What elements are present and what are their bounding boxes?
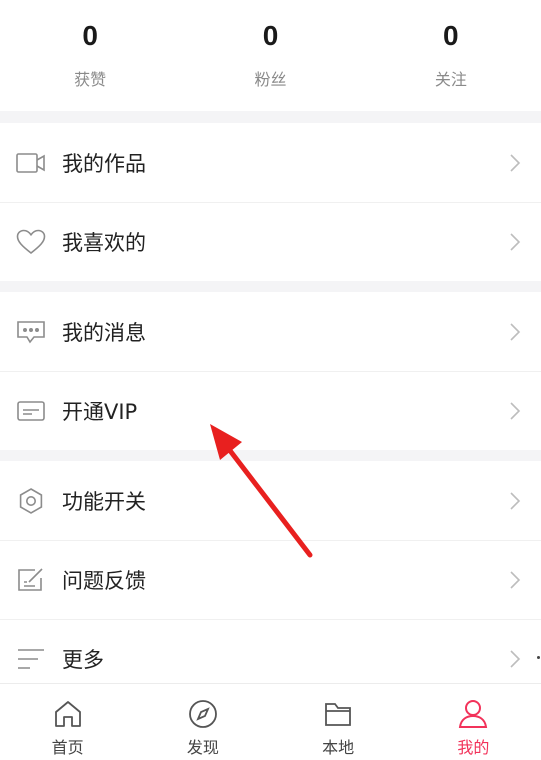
stat-value: 0 xyxy=(443,20,459,51)
tab-label: 发现 xyxy=(186,738,219,757)
menu-group-content: 我的作品 我喜欢的 xyxy=(0,123,541,281)
chevron-right-icon xyxy=(510,153,521,172)
menu-group-settings: 功能开关 问题反馈 更多 xyxy=(0,461,541,698)
menu-item-label: 问题反馈 xyxy=(62,568,146,593)
gear-icon xyxy=(15,487,47,515)
stat-likes-received[interactable]: 0 获赞 xyxy=(0,0,180,111)
video-camera-icon xyxy=(15,149,47,177)
menu-group-account: 我的消息 开通VIP xyxy=(0,292,541,450)
folder-icon xyxy=(325,703,352,726)
menu-item-my-messages[interactable]: 我的消息 xyxy=(0,292,541,371)
bottom-tab-bar: 首页 发现 本地 我的 xyxy=(0,683,541,760)
compass-icon xyxy=(188,700,217,728)
edit-note-icon xyxy=(15,566,47,594)
tab-label: 我的 xyxy=(457,738,490,757)
stat-value: 0 xyxy=(82,20,98,51)
tab-discover[interactable]: 发现 xyxy=(135,684,270,760)
heart-icon xyxy=(15,228,47,256)
tab-mine[interactable]: 我的 xyxy=(406,684,541,760)
stat-label: 粉丝 xyxy=(254,70,287,89)
chevron-right-icon xyxy=(510,570,521,589)
chevron-right-icon xyxy=(510,401,521,420)
menu-item-my-works[interactable]: 我的作品 xyxy=(0,123,541,202)
stat-value: 0 xyxy=(262,20,279,51)
stat-label: 关注 xyxy=(434,70,467,89)
chat-bubble-icon xyxy=(15,318,47,346)
tab-label: 本地 xyxy=(322,738,355,757)
menu-item-feedback[interactable]: 问题反馈 xyxy=(0,540,541,619)
card-icon xyxy=(15,397,47,425)
stat-following[interactable]: 0 关注 xyxy=(361,0,541,111)
menu-item-feature-switch[interactable]: 功能开关 xyxy=(0,461,541,540)
menu-item-label: 我喜欢的 xyxy=(62,230,146,255)
menu-item-label: 功能开关 xyxy=(62,489,146,514)
chevron-right-icon xyxy=(510,322,521,341)
menu-item-open-vip[interactable]: 开通VIP xyxy=(0,371,541,450)
chevron-right-icon xyxy=(510,491,521,510)
menu-item-my-likes[interactable]: 我喜欢的 xyxy=(0,202,541,281)
chevron-right-icon xyxy=(510,649,521,668)
user-icon xyxy=(459,700,488,728)
menu-lines-icon xyxy=(15,645,47,673)
menu-item-label: 我的作品 xyxy=(62,151,146,176)
home-icon xyxy=(54,701,81,727)
tab-local[interactable]: 本地 xyxy=(271,684,406,760)
stat-label: 获赞 xyxy=(74,70,107,89)
menu-item-label: 我的消息 xyxy=(62,320,146,345)
tab-home[interactable]: 首页 xyxy=(0,684,135,760)
chevron-right-icon xyxy=(510,232,521,251)
menu-item-label: 更多 xyxy=(62,647,104,672)
stat-followers[interactable]: 0 粉丝 xyxy=(180,0,360,111)
profile-stats: 0 获赞 0 粉丝 0 关注 xyxy=(0,0,541,111)
menu-item-label: 开通VIP xyxy=(62,399,138,424)
tab-label: 首页 xyxy=(51,738,84,757)
